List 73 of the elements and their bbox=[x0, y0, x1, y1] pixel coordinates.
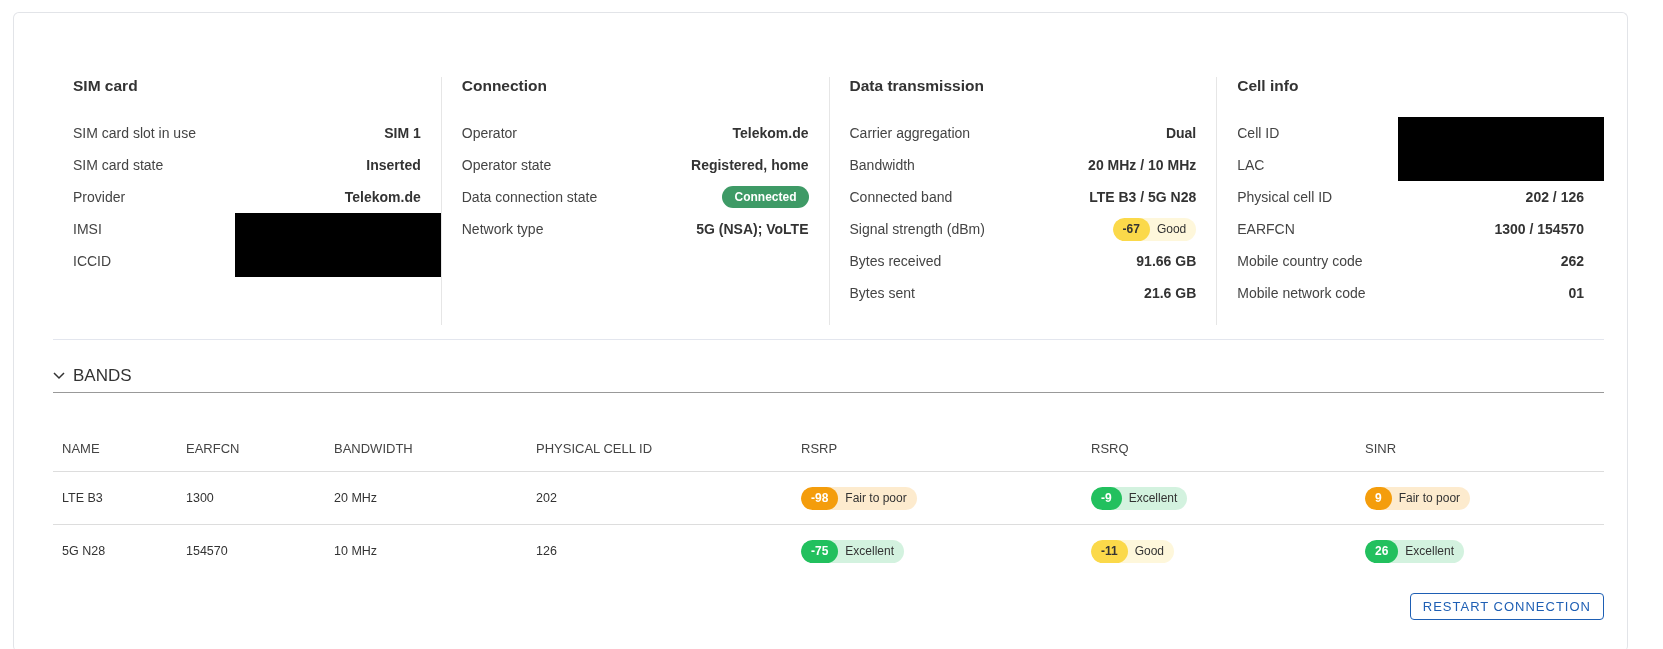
table-cell-text: 126 bbox=[535, 544, 558, 558]
field-label: Bytes received bbox=[849, 253, 942, 269]
status-badge: Connected bbox=[722, 186, 809, 208]
signal-quality: Good bbox=[1133, 544, 1166, 558]
field-label: Signal strength (dBm) bbox=[849, 221, 985, 237]
signal-value: 26 bbox=[1365, 539, 1399, 563]
table-cell-text: 5G N28 bbox=[61, 544, 107, 558]
field-label: IMSI bbox=[73, 221, 102, 237]
table-cell-text: 10 MHz bbox=[333, 544, 379, 558]
field-label: EARFCN bbox=[1237, 221, 1295, 237]
field-value: Telekom.de bbox=[732, 125, 809, 141]
signal-value: -98 bbox=[801, 486, 839, 510]
field-label: Mobile country code bbox=[1237, 253, 1363, 269]
signal-quality: Good bbox=[1155, 222, 1188, 236]
field-value: SIM 1 bbox=[384, 125, 421, 141]
field-label: Mobile network code bbox=[1237, 285, 1366, 301]
table-cell-text: 1300 bbox=[185, 491, 215, 505]
section-title: Connection bbox=[461, 77, 548, 95]
field-value: 91.66 GB bbox=[1136, 253, 1197, 269]
field-label: Carrier aggregation bbox=[849, 125, 971, 141]
field-label: Operator state bbox=[461, 157, 552, 173]
signal-value: 9 bbox=[1365, 486, 1392, 510]
field-value: 01 bbox=[1568, 285, 1584, 301]
field-label: Operator bbox=[461, 125, 517, 141]
field-label: Bytes sent bbox=[849, 285, 915, 301]
column-header: SINR bbox=[1364, 440, 1398, 456]
signal-quality: Excellent bbox=[1404, 544, 1456, 558]
field-value: LTE B3 / 5G N28 bbox=[1089, 189, 1197, 205]
table-cell-text: 20 MHz bbox=[333, 491, 379, 505]
signal-value: -11 bbox=[1091, 539, 1128, 563]
field-label: Provider bbox=[73, 189, 126, 205]
table-cell-text: 202 bbox=[535, 491, 558, 505]
column-header: RSRP bbox=[800, 440, 839, 456]
column-header: PHYSICAL CELL ID bbox=[535, 440, 654, 456]
field-value: 202 / 126 bbox=[1525, 189, 1584, 205]
field-label: Network type bbox=[461, 221, 544, 237]
column-header: EARFCN bbox=[185, 440, 241, 456]
field-label: SIM card slot in use bbox=[73, 125, 196, 141]
section-title: Cell info bbox=[1237, 77, 1300, 95]
section-title: Data transmission bbox=[849, 77, 985, 95]
field-label: Cell ID bbox=[1237, 125, 1280, 141]
field-value: 5G (NSA); VoLTE bbox=[696, 221, 809, 237]
field-label: LAC bbox=[1237, 157, 1265, 173]
field-label: Connected band bbox=[849, 189, 953, 205]
field-label: Physical cell ID bbox=[1237, 189, 1333, 205]
field-label: Data connection state bbox=[461, 189, 598, 205]
chevron-icon bbox=[53, 372, 65, 380]
field-label: ICCID bbox=[73, 253, 112, 269]
signal-value: -75 bbox=[801, 539, 839, 563]
section-title: SIM card bbox=[73, 77, 139, 95]
signal-quality: Excellent bbox=[844, 544, 896, 558]
signal-quality: Excellent bbox=[1127, 491, 1179, 505]
column-header: RSRQ bbox=[1090, 440, 1130, 456]
signal-value: -9 bbox=[1091, 486, 1122, 510]
field-value: 262 bbox=[1560, 253, 1584, 269]
table-cell-text: LTE B3 bbox=[61, 491, 104, 505]
field-value: 20 MHz / 10 MHz bbox=[1088, 157, 1197, 173]
column-header: BANDWIDTH bbox=[333, 440, 414, 456]
field-label: SIM card state bbox=[73, 157, 164, 173]
field-value: 21.6 GB bbox=[1144, 285, 1197, 301]
signal-value: -67 bbox=[1112, 217, 1150, 241]
field-value: Inserted bbox=[366, 157, 421, 173]
table-cell-text: 154570 bbox=[185, 544, 229, 558]
field-value: 1300 / 154570 bbox=[1494, 221, 1584, 237]
field-value: Telekom.de bbox=[344, 189, 421, 205]
signal-quality: Fair to poor bbox=[1397, 491, 1462, 505]
field-label: Bandwidth bbox=[849, 157, 915, 173]
column-header: NAME bbox=[61, 440, 101, 456]
field-value: Registered, home bbox=[691, 157, 809, 173]
signal-quality: Fair to poor bbox=[844, 491, 908, 505]
field-value: Dual bbox=[1165, 125, 1197, 141]
restart-connection-button[interactable]: RESTART CONNECTION bbox=[1409, 593, 1604, 620]
bands-toggle[interactable]: BANDS bbox=[53, 366, 132, 386]
